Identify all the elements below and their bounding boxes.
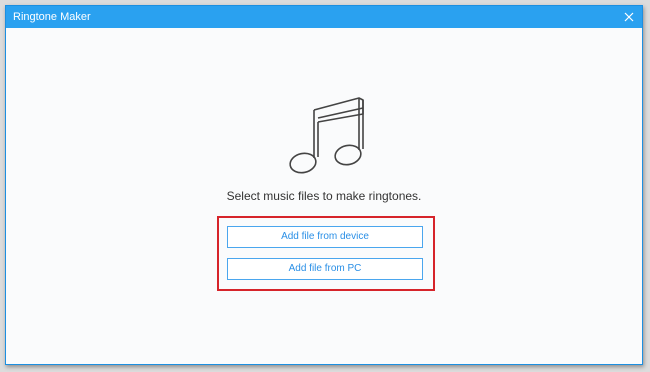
ringtone-maker-window: Ringtone Maker Select music files to mak… [5,5,643,365]
add-file-from-device-button[interactable]: Add file from device [227,226,423,248]
close-icon [624,12,634,22]
title-bar: Ringtone Maker [6,6,642,28]
close-button[interactable] [620,8,638,26]
instruction-text: Select music files to make ringtones. [226,189,422,203]
main-content: Select music files to make ringtones. Ad… [6,28,642,364]
add-file-from-pc-button[interactable]: Add file from PC [227,258,423,280]
music-note-icon [289,97,364,174]
window-title: Ringtone Maker [13,11,91,23]
